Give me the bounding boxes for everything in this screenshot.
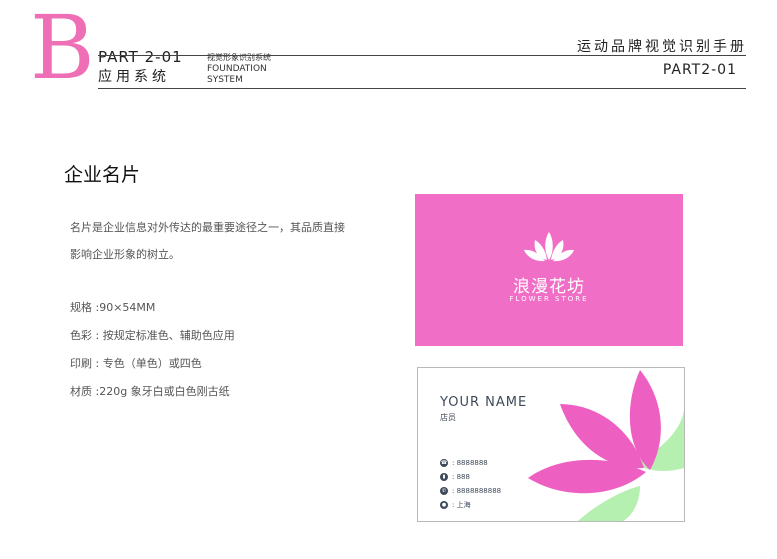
spec-material: 材质 :220g 象牙白或白色刚古纸 xyxy=(70,385,230,398)
contact-text: : 上海 xyxy=(452,501,471,509)
contact-row: ● : 上海 xyxy=(440,500,471,510)
intro-text-line1: 名片是企业信息对外传达的最重要途径之一，其品质直接 xyxy=(70,221,345,234)
spec-size: 规格 :90×54MM xyxy=(70,301,156,314)
fax-icon: ✆ xyxy=(440,487,448,495)
flower-petals-graphic xyxy=(528,370,684,521)
business-card-back: YOUR NAME 店员 ☎ : 8888888 ▮ : 888 ✆ : 888888… xyxy=(417,367,685,522)
contact-text: : 8888888888 xyxy=(452,487,502,495)
mobile-icon: ▮ xyxy=(440,473,448,481)
system-name-cn: 视觉形象识别系统 xyxy=(207,53,271,62)
manual-part: PART2-01 xyxy=(662,62,737,78)
system-name-en-line1: FOUNDATION xyxy=(207,64,267,74)
part-name: 应用系统 xyxy=(98,69,170,85)
spec-color: 色彩 : 按规定标准色、辅助色应用 xyxy=(70,329,235,342)
lotus-logo-icon xyxy=(524,232,574,262)
section-title: 企业名片 xyxy=(64,164,141,186)
card-holder-title: 店员 xyxy=(440,413,456,422)
intro-text-line2: 影响企业形象的树立。 xyxy=(70,248,180,261)
system-name-en-line2: SYSTEM xyxy=(207,75,243,85)
business-card-front: 浪漫花坊 FLOWER STORE xyxy=(415,194,683,346)
card-holder-name: YOUR NAME xyxy=(440,395,528,410)
contact-row: ☎ : 8888888 xyxy=(440,458,488,468)
phone-icon: ☎ xyxy=(440,459,448,467)
brand-name-cn: 浪漫花坊 xyxy=(513,277,585,297)
brand-name-en: FLOWER STORE xyxy=(509,295,589,303)
part-code: PART 2-01 xyxy=(98,48,183,66)
contact-row: ▮ : 888 xyxy=(440,472,470,482)
header-divider-bottom xyxy=(98,88,746,89)
header-divider-top xyxy=(98,55,746,56)
manual-title: 运动品牌视觉识别手册 xyxy=(577,39,747,55)
section-letter: B xyxy=(30,0,95,99)
location-icon: ● xyxy=(440,501,448,509)
spec-print: 印刷 : 专色（单色）或四色 xyxy=(70,357,202,370)
contact-text: : 8888888 xyxy=(452,459,488,467)
contact-row: ✆ : 8888888888 xyxy=(440,486,501,496)
contact-text: : 888 xyxy=(452,473,470,481)
